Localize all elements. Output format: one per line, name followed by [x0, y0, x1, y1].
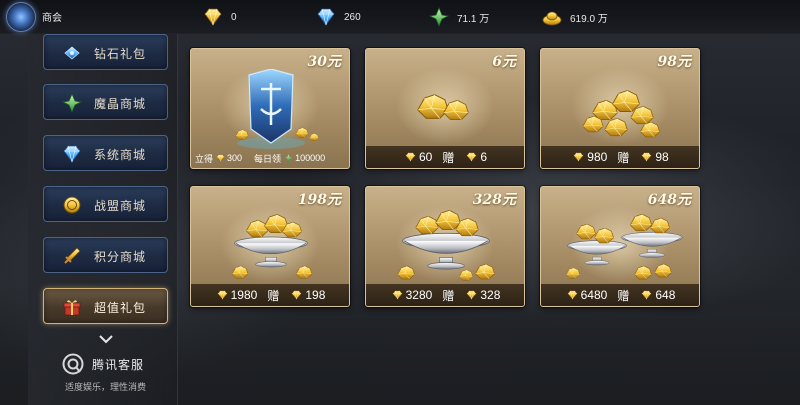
sidebar-item-label: 系统商城 [94, 148, 147, 162]
gold-diamond-icon [573, 152, 584, 162]
gift-label: 赠 [267, 288, 280, 303]
gold-diamond-icon [641, 290, 652, 300]
pack-footer: 3280 赠 328 [366, 284, 524, 306]
instant-value: 300 [227, 153, 243, 163]
instant-label: 立得 [195, 153, 214, 164]
gold-bowl-large-icon [397, 209, 495, 281]
pack-card-648[interactable]: 648元 6480 赠 648 [540, 186, 700, 307]
chevron-down-icon[interactable] [99, 334, 113, 344]
pack-bonus: 6 [480, 150, 488, 164]
pack-footer: 60 赠 6 [366, 146, 524, 168]
sidebar-item-system-shop[interactable]: 系统商城 [43, 135, 168, 171]
gift-label: 赠 [617, 288, 630, 303]
pack-amount: 3280 [405, 288, 433, 302]
pack-price: 6元 [492, 54, 516, 70]
currency-gold-ingot: 619.0 万 [542, 6, 608, 28]
pack-price: 328元 [472, 192, 516, 208]
gold-diamond-icon [217, 290, 228, 300]
gift-box-icon [63, 300, 81, 316]
currency-blue-diamond: 260 [316, 6, 361, 28]
gold-diamond-icon [216, 154, 225, 162]
pack-footer: 立得 300 每日领 100000 [191, 148, 349, 168]
gold-bowl-icon [231, 214, 313, 279]
pack-price: 30元 [307, 54, 341, 70]
shield-artifact-icon [235, 69, 319, 149]
sidebar: 钻石礼包 魔晶商城 系统商城 战盟商城 积分商城 超值礼包 [28, 34, 178, 405]
sidebar-item-value-pack[interactable]: 超值礼包 [43, 288, 168, 324]
sidebar-item-label: 钻石礼包 [94, 47, 147, 61]
currency-green-crystal: 71.1 万 [429, 6, 489, 28]
pack-bonus: 328 [480, 288, 501, 302]
sidebar-item-diamond-pack[interactable]: 钻石礼包 [43, 34, 168, 70]
sword-icon [64, 247, 81, 264]
blue-gem-icon [64, 46, 80, 60]
daily-label: 每日领 [254, 153, 282, 164]
gold-diamond-icon [641, 152, 652, 162]
pack-footer: 1980 赠 198 [191, 284, 349, 306]
pack-footer: 980 赠 98 [541, 146, 699, 168]
page-title: 商会 [42, 13, 62, 24]
gold-nugget-pile-icon [582, 90, 660, 138]
green-crystal-icon [62, 93, 82, 113]
gift-label: 赠 [442, 150, 455, 165]
gift-label: 赠 [442, 288, 455, 303]
gift-label: 赠 [617, 150, 630, 165]
customer-service-link[interactable]: 腾讯客服 [92, 356, 144, 373]
top-bar: 商会 0 260 71.1 万 619.0 万 [0, 0, 800, 34]
sidebar-item-points-shop[interactable]: 积分商城 [43, 237, 168, 273]
pack-bonus: 198 [305, 288, 326, 302]
green-crystal-icon [284, 154, 293, 162]
currency-value: 71.1 万 [457, 13, 490, 25]
pack-card-98[interactable]: 98元 980 赠 98 [540, 48, 700, 169]
pack-card-30[interactable]: 30元 立得 300 每日领 100000 [190, 48, 350, 169]
pack-footer: 6480 赠 648 [541, 284, 699, 306]
pack-price: 648元 [647, 192, 691, 208]
currency-value: 260 [344, 11, 361, 23]
pack-bonus: 98 [655, 150, 669, 164]
pack-amount: 6480 [580, 288, 608, 302]
pack-price: 98元 [657, 54, 691, 70]
gold-diamond-icon [466, 152, 477, 162]
sidebar-item-guild-shop[interactable]: 战盟商城 [43, 186, 168, 222]
pack-amount: 1980 [230, 288, 258, 302]
gold-diamond-icon [392, 290, 403, 300]
gold-ingot-icon [542, 11, 562, 26]
daily-value: 100000 [295, 153, 326, 163]
healthy-gaming-notice: 适度娱乐，理性消费 [65, 383, 147, 393]
blue-diamond-icon [63, 145, 81, 163]
blue-diamond-icon [317, 8, 335, 26]
pack-bonus: 648 [655, 288, 676, 302]
customer-service-icon[interactable] [62, 353, 84, 375]
currency-value: 0 [231, 11, 237, 23]
gold-diamond-icon [405, 152, 416, 162]
sidebar-item-crystal-shop[interactable]: 魔晶商城 [43, 84, 168, 120]
currency-value: 619.0 万 [570, 13, 608, 25]
gold-diamond-icon [567, 290, 578, 300]
gold-diamond-icon [291, 290, 302, 300]
sidebar-item-label: 魔晶商城 [94, 97, 147, 111]
gold-bowls-icon [566, 213, 683, 280]
pack-amount: 980 [587, 150, 608, 164]
player-avatar-icon[interactable] [6, 2, 36, 32]
pack-price: 198元 [297, 192, 341, 208]
sidebar-item-label: 超值礼包 [94, 301, 147, 315]
gold-nuggets-icon [417, 94, 469, 121]
pack-card-198[interactable]: 198元 1980 赠 198 [190, 186, 350, 307]
currency-gold-diamond: 0 [203, 6, 237, 28]
pack-card-6[interactable]: 6元 60 赠 6 [365, 48, 525, 169]
gold-diamond-icon [466, 290, 477, 300]
pack-card-328[interactable]: 328元 3280 赠 328 [365, 186, 525, 307]
sidebar-item-label: 积分商城 [94, 250, 147, 264]
pack-amount: 60 [418, 150, 433, 164]
sidebar-item-label: 战盟商城 [94, 199, 147, 213]
green-crystal-icon [429, 7, 449, 27]
gold-diamond-icon [204, 8, 222, 26]
guild-coin-icon [63, 196, 81, 214]
